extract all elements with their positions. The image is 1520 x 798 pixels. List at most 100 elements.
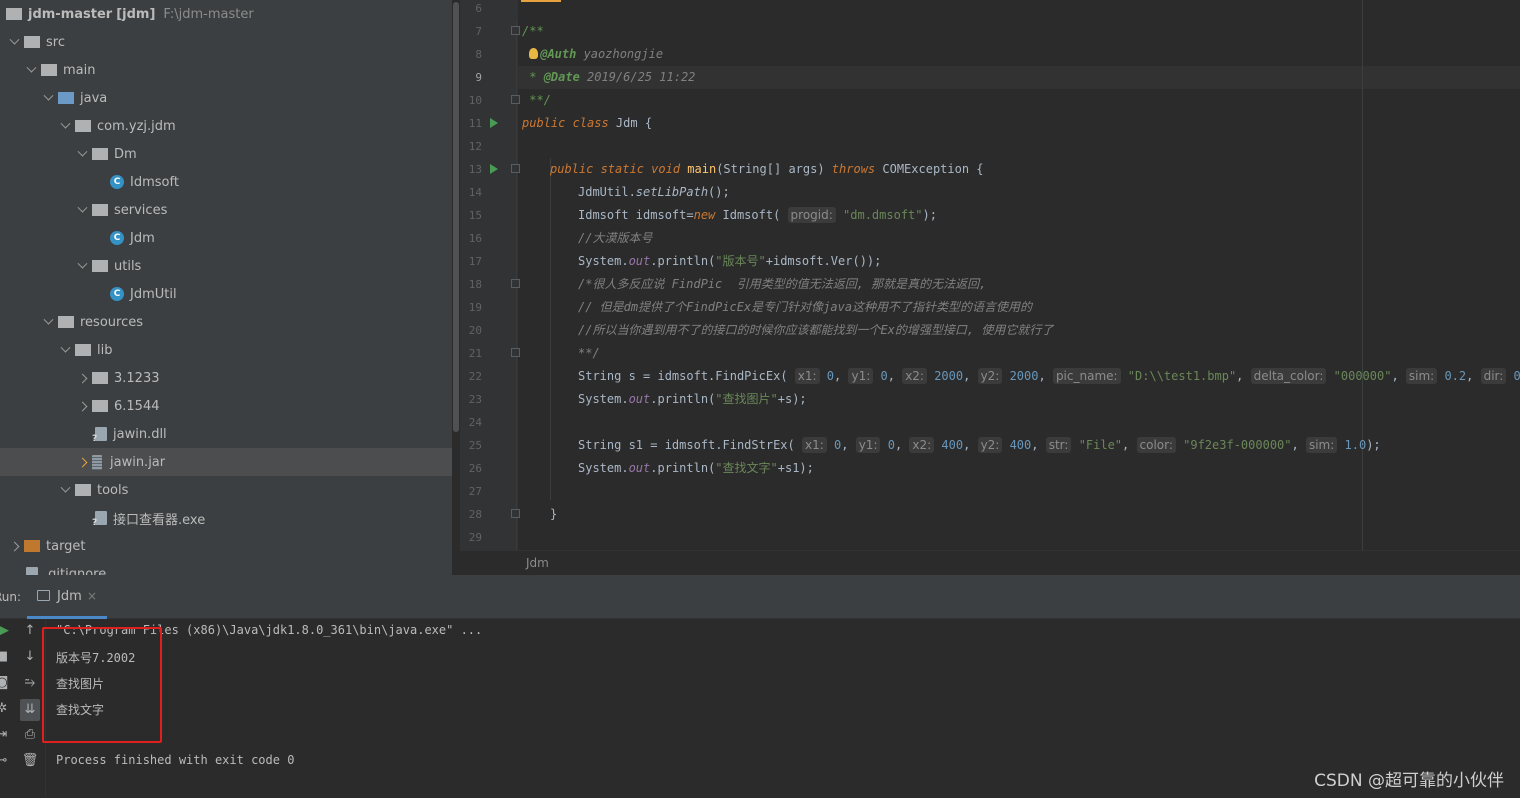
folder-icon bbox=[92, 372, 108, 384]
run-main-icon[interactable] bbox=[490, 164, 498, 174]
excluded-folder-icon bbox=[24, 540, 40, 552]
doc-tag: @Auth bbox=[540, 47, 577, 61]
number-literal: 0 bbox=[1513, 369, 1520, 383]
number-literal: 0 bbox=[887, 438, 895, 452]
tree-item-services[interactable]: services bbox=[0, 196, 452, 224]
settings-icon[interactable]: ✲ bbox=[0, 701, 12, 716]
param-hint: delta_color: bbox=[1250, 368, 1327, 384]
tree-item-interface-viewer-exe[interactable]: 接口查看器.exe bbox=[0, 504, 452, 532]
tree-item-src[interactable]: src bbox=[0, 28, 452, 56]
tree-item-tools[interactable]: tools bbox=[0, 476, 452, 504]
tree-item-root[interactable]: jdm-master [jdm] F:\jdm-master bbox=[0, 0, 452, 28]
arrow-up-icon[interactable]: ↑ bbox=[20, 623, 40, 638]
fold-icon[interactable] bbox=[511, 509, 520, 518]
fold-icon[interactable] bbox=[511, 279, 520, 288]
code-line-17: System.out.println("版本号"+idmsoft.Ver()); bbox=[578, 250, 881, 273]
tree-item-jawin-dll[interactable]: jawin.dll bbox=[0, 420, 452, 448]
folder-icon bbox=[41, 64, 57, 76]
file-icon bbox=[26, 567, 38, 575]
chevron-down-icon[interactable] bbox=[43, 308, 53, 336]
line-number: 22 bbox=[468, 370, 482, 383]
fold-icon[interactable] bbox=[511, 26, 520, 35]
code-line-16: //大漠版本号 bbox=[578, 227, 652, 250]
tree-scrollbar-thumb[interactable] bbox=[453, 2, 459, 432]
tree-item-utils[interactable]: utils bbox=[0, 252, 452, 280]
chevron-down-icon[interactable] bbox=[77, 196, 87, 224]
code-line-14: JdmUtil.setLibPath(); bbox=[578, 181, 730, 204]
tree-item-lib[interactable]: lib bbox=[0, 336, 452, 364]
code-line-25: String s1 = idmsoft.FindStrEx( x1: 0, y1… bbox=[578, 437, 1381, 453]
chevron-down-icon[interactable] bbox=[60, 476, 70, 504]
trash-icon[interactable]: 🗑 bbox=[20, 753, 40, 768]
chevron-down-icon[interactable] bbox=[60, 112, 70, 140]
fold-icon[interactable] bbox=[511, 348, 520, 357]
lightbulb-icon[interactable] bbox=[529, 48, 539, 59]
static-field: out bbox=[628, 392, 651, 406]
chevron-down-icon[interactable] bbox=[9, 28, 19, 56]
fold-icon[interactable] bbox=[511, 164, 520, 173]
code-text: (String[] bbox=[716, 162, 789, 176]
code-line-10: **/ bbox=[522, 89, 551, 112]
scroll-to-end-icon[interactable]: ⇊ bbox=[20, 699, 40, 721]
tree-item-idmsoft[interactable]: C Idmsoft bbox=[0, 168, 452, 196]
param-hint: y2: bbox=[977, 437, 1003, 453]
tree-item-package-root[interactable]: com.yzj.jdm bbox=[0, 112, 452, 140]
tree-item-jdm[interactable]: C Jdm bbox=[0, 224, 452, 252]
chevron-right-icon[interactable] bbox=[77, 392, 87, 420]
stop-icon[interactable]: ■ bbox=[0, 649, 12, 664]
chevron-down-icon[interactable] bbox=[60, 336, 70, 364]
tree-item-target[interactable]: target bbox=[0, 532, 452, 560]
tree-item-jdmutil[interactable]: C JdmUtil bbox=[0, 280, 452, 308]
chevron-down-icon[interactable] bbox=[43, 84, 53, 112]
tree-item-java[interactable]: java bbox=[0, 84, 452, 112]
fold-icon[interactable] bbox=[511, 95, 520, 104]
code-text: ) bbox=[817, 162, 832, 176]
code-text: System. bbox=[578, 461, 629, 475]
camera-icon[interactable]: ◙ bbox=[0, 675, 12, 690]
line-number: 25 bbox=[468, 439, 482, 452]
breadcrumb-class[interactable]: Jdm bbox=[526, 556, 549, 570]
code-text: } bbox=[550, 507, 558, 521]
line-number: 21 bbox=[468, 347, 482, 360]
close-icon[interactable]: × bbox=[87, 589, 97, 603]
run-class-icon[interactable] bbox=[490, 118, 498, 128]
chevron-down-icon[interactable] bbox=[77, 140, 87, 168]
console-output[interactable] bbox=[46, 619, 1520, 798]
tree-item-jawin-jar[interactable]: jawin.jar bbox=[0, 448, 452, 476]
pin-icon[interactable]: ⊸ bbox=[0, 753, 12, 768]
soft-wrap-icon[interactable]: ⥲ bbox=[20, 675, 40, 690]
print-icon[interactable]: ⎙ bbox=[20, 727, 40, 742]
tree-item-label: src bbox=[46, 34, 65, 50]
tree-item-main[interactable]: main bbox=[0, 56, 452, 84]
param-name: args bbox=[788, 162, 818, 176]
line-number: 14 bbox=[468, 186, 482, 199]
string-literal: "File" bbox=[1078, 438, 1123, 452]
chevron-right-icon[interactable] bbox=[77, 364, 87, 392]
tree-item-label: Dm bbox=[114, 146, 137, 162]
chevron-right-icon[interactable] bbox=[77, 448, 87, 476]
code-text: Idmsoft idmsoft= bbox=[578, 208, 694, 222]
chevron-down-icon[interactable] bbox=[26, 56, 36, 84]
folder-icon bbox=[75, 484, 91, 496]
line-number: 20 bbox=[468, 324, 482, 337]
tree-item-6-1544[interactable]: 6.1544 bbox=[0, 392, 452, 420]
arrow-down-icon[interactable]: ↓ bbox=[20, 649, 40, 664]
doc-value: yaozhongjie bbox=[576, 47, 664, 61]
code-text: (); bbox=[708, 185, 730, 199]
line-number: 7 bbox=[475, 25, 482, 38]
rerun-icon[interactable]: ▶ bbox=[0, 623, 14, 638]
param-hint: x1: bbox=[802, 437, 827, 453]
login-icon[interactable]: ⇥ bbox=[0, 727, 12, 742]
chevron-down-icon[interactable] bbox=[77, 252, 87, 280]
code-editor[interactable]: 6 7 8 9 10 11 12 13 14 15 16 17 18 19 20… bbox=[460, 0, 1520, 575]
run-tab-jdm[interactable]: Jdm × bbox=[27, 575, 107, 619]
doc-comment: **/ bbox=[522, 93, 551, 107]
code-line-20: //所以当你遇到用不了的接口的时候你应该都能找到一个Ex的增强型接口, 使用它就… bbox=[578, 319, 1053, 342]
tree-item-gitignore[interactable]: .gitignore bbox=[0, 560, 452, 575]
tree-item-dm[interactable]: Dm bbox=[0, 140, 452, 168]
resources-folder-icon bbox=[58, 316, 74, 328]
chevron-right-icon[interactable] bbox=[9, 532, 19, 560]
tree-item-3-1233[interactable]: 3.1233 bbox=[0, 364, 452, 392]
tree-item-label: Jdm bbox=[130, 230, 155, 246]
tree-item-resources[interactable]: resources bbox=[0, 308, 452, 336]
